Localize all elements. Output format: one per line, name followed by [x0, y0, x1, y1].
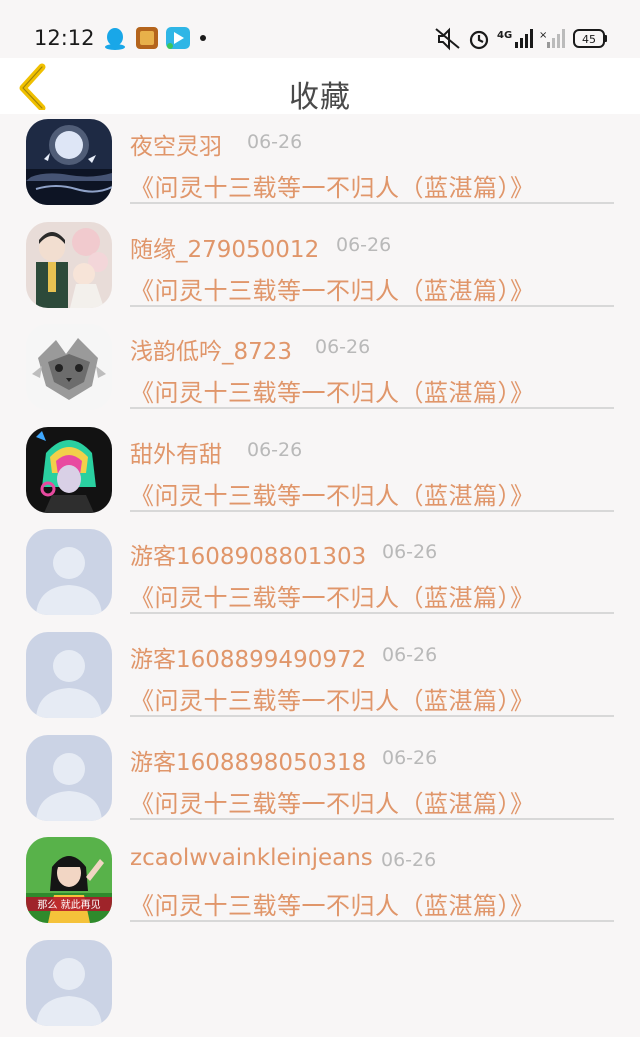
notification-icons — [105, 27, 206, 50]
item-username: 游客1608899490972 — [130, 646, 367, 673]
item-title-link[interactable]: 《问灵十三载等一不归人（蓝湛篇）》 — [130, 373, 535, 408]
status-bar: 12:12 4G × 45 — [0, 0, 640, 58]
favorites-list: 夜空灵羽 06-26 《问灵十三载等一不归人（蓝湛篇）》 随缘_27905001… — [0, 114, 640, 1037]
list-item[interactable]: 随缘_279050012 06-26 《问灵十三载等一不归人（蓝湛篇）》 — [0, 217, 640, 320]
item-date: 06-26 — [247, 438, 303, 461]
list-item[interactable]: 游客1608908801303 06-26 《问灵十三载等一不归人（蓝湛篇）》 — [0, 524, 640, 627]
divider — [130, 407, 614, 410]
item-username: 游客1608898050318 — [130, 749, 367, 776]
video-app-icon — [166, 27, 190, 49]
item-title-link[interactable]: 《问灵十三载等一不归人（蓝湛篇）》 — [130, 168, 535, 203]
item-title-link[interactable]: 《问灵十三载等一不归人（蓝湛篇）》 — [130, 271, 535, 306]
item-date: 06-26 — [315, 336, 371, 359]
dot-icon — [200, 35, 206, 41]
list-item[interactable]: 游客1608898050318 06-26 《问灵十三载等一不归人（蓝湛篇）》 — [0, 730, 640, 833]
signal-4g-icon: 4G — [497, 29, 533, 48]
item-username: 浅韵低吟_8723 — [130, 339, 293, 366]
alarm-icon — [469, 30, 489, 50]
list-item[interactable]: 游客1608899490972 06-26 《问灵十三载等一不归人（蓝湛篇）》 — [0, 627, 640, 730]
item-title-link[interactable]: 《问灵十三载等一不归人（蓝湛篇）》 — [130, 784, 535, 819]
item-username: 随缘_279050012 — [130, 236, 320, 263]
divider — [130, 304, 614, 307]
divider — [130, 612, 614, 615]
item-username: 夜空灵羽 — [130, 134, 222, 160]
item-title-link[interactable]: 《问灵十三载等一不归人（蓝湛篇）》 — [130, 476, 535, 511]
item-date: 06-26 — [382, 541, 438, 564]
wolf-avatar[interactable] — [26, 324, 112, 411]
divider — [130, 202, 614, 204]
page-title: 收藏 — [289, 80, 351, 115]
item-date: 06-26 — [381, 849, 437, 872]
system-icons: 4G × 45 — [435, 27, 607, 51]
item-title-link[interactable]: 《问灵十三载等一不归人（蓝湛篇）》 — [130, 886, 535, 921]
item-username: zcaolwvainkleinjeans — [130, 845, 373, 872]
divider — [130, 920, 614, 923]
game-app-icon — [136, 27, 158, 49]
divider — [130, 714, 614, 717]
battery-icon: 45 — [573, 29, 607, 48]
default-user-avatar[interactable] — [26, 734, 112, 821]
svg-text:那么 就此再见: 那么 就此再见 — [37, 898, 100, 911]
item-date: 06-26 — [247, 131, 303, 153]
mute-icon — [435, 27, 460, 51]
svg-text:45: 45 — [582, 33, 596, 46]
divider — [130, 509, 614, 512]
item-username: 甜外有甜 — [130, 441, 222, 468]
qq-icon — [105, 28, 125, 50]
list-item[interactable]: 浅韵低吟_8723 06-26 《问灵十三载等一不归人（蓝湛篇）》 — [0, 319, 640, 422]
signal-no-sim-icon: × — [539, 29, 565, 48]
item-date: 06-26 — [382, 643, 438, 666]
anime-couple-avatar[interactable] — [26, 221, 112, 308]
item-username: 游客1608908801303 — [130, 544, 367, 571]
item-title-link[interactable]: 《问灵十三载等一不归人（蓝湛篇）》 — [130, 681, 535, 716]
neon-anime-avatar[interactable] — [26, 426, 112, 513]
default-user-avatar[interactable] — [26, 631, 112, 718]
default-user-avatar[interactable] — [26, 529, 112, 616]
status-time: 12:12 — [34, 26, 95, 50]
list-item[interactable]: 夜空灵羽 06-26 《问灵十三载等一不归人（蓝湛篇）》 — [0, 114, 640, 217]
default-user-avatar[interactable] — [26, 939, 112, 1026]
item-date: 06-26 — [382, 746, 438, 769]
list-item[interactable]: 那么 就此再见 zcaolwvainkleinjeans 06-26 《问灵十三… — [0, 832, 640, 935]
svg-text:4G: 4G — [497, 30, 512, 41]
title-bar: 收藏 — [0, 58, 640, 115]
list-item[interactable] — [0, 935, 640, 1037]
item-date: 06-26 — [336, 233, 392, 256]
item-title-link[interactable]: 《问灵十三载等一不归人（蓝湛篇）》 — [130, 578, 535, 613]
list-item[interactable]: 甜外有甜 06-26 《问灵十三载等一不归人（蓝湛篇）》 — [0, 422, 640, 525]
svg-text:×: × — [539, 30, 547, 41]
girl-photo-avatar[interactable]: 那么 就此再见 — [26, 837, 112, 924]
night-sky-avatar[interactable] — [26, 119, 112, 205]
divider — [130, 817, 614, 820]
